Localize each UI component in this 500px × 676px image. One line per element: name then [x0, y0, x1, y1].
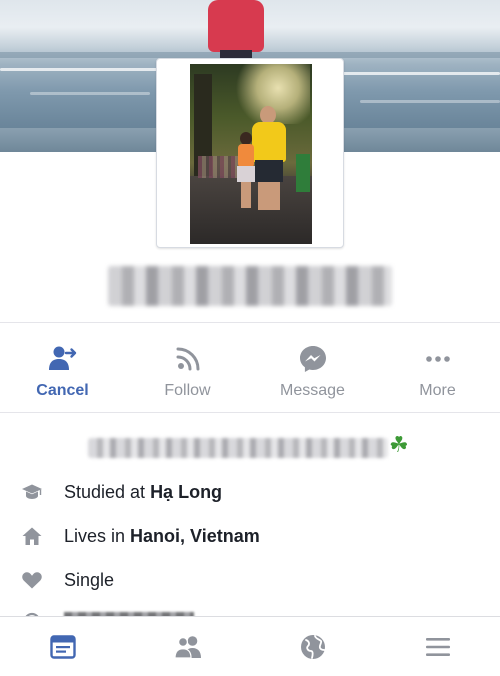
graduation-cap-icon: [21, 481, 43, 503]
info-residence[interactable]: Lives in Hanoi, Vietnam: [0, 516, 500, 556]
info-relationship[interactable]: Single: [0, 560, 500, 600]
messenger-icon: [299, 346, 326, 372]
info-education[interactable]: Studied at Hạ Long: [0, 472, 500, 512]
unfollow-person-icon: [48, 346, 76, 370]
cover-wave: [0, 68, 160, 71]
profile-picture[interactable]: [190, 64, 312, 244]
friends-icon: [173, 635, 201, 659]
divider: [0, 322, 500, 323]
nav-news-feed[interactable]: [0, 617, 125, 676]
photo-ground: [190, 176, 312, 244]
residence-prefix: Lives in: [64, 525, 131, 546]
cancel-button[interactable]: Cancel: [0, 334, 125, 404]
photo-man-legs: [258, 182, 280, 210]
profile-name-redacted: [108, 266, 392, 306]
cover-wave: [30, 92, 150, 95]
education-school[interactable]: Hạ Long: [150, 482, 222, 502]
profile-actions: Cancel Follow Message More: [0, 334, 500, 404]
photo-girl-top: [238, 144, 254, 168]
relationship-text: Single: [64, 569, 115, 590]
profile-picture-card[interactable]: [156, 58, 344, 248]
photo-girl-skirt: [237, 166, 255, 182]
nav-notifications[interactable]: [250, 617, 375, 676]
bio: ☘: [0, 430, 500, 464]
photo-girl-legs: [241, 182, 251, 208]
cover-wave: [330, 72, 500, 75]
news-feed-icon: [49, 634, 76, 659]
message-label: Message: [280, 382, 345, 399]
cover-person-body: [208, 0, 264, 52]
residence-city[interactable]: Hanoi, Vietnam: [130, 526, 260, 546]
residence-text: Lives in Hanoi, Vietnam: [64, 526, 260, 547]
heart-icon: [21, 569, 43, 591]
bio-text-redacted: [88, 438, 388, 458]
follow-button[interactable]: Follow: [125, 334, 250, 404]
more-label: More: [419, 382, 456, 399]
home-icon: [21, 525, 43, 547]
shamrock-icon: ☘: [389, 432, 409, 457]
education-text: Studied at Hạ Long: [64, 482, 222, 503]
cover-wave: [360, 100, 500, 103]
education-prefix: Studied at: [64, 481, 151, 502]
cancel-label: Cancel: [36, 382, 89, 399]
divider: [0, 412, 500, 413]
more-dots-icon: [425, 356, 450, 362]
follow-label: Follow: [164, 382, 211, 399]
hamburger-menu-icon: [425, 637, 450, 656]
photo-crowd: [198, 156, 238, 178]
photo-man-shirt: [252, 122, 286, 162]
nav-menu[interactable]: [375, 617, 500, 676]
message-button[interactable]: Message: [250, 334, 375, 404]
bottom-nav: [0, 616, 500, 676]
photo-man-shorts: [255, 160, 283, 182]
photo-bin: [296, 154, 310, 192]
more-button[interactable]: More: [375, 334, 500, 404]
globe-icon: [300, 634, 325, 659]
nav-friends[interactable]: [125, 617, 250, 676]
rss-follow-icon: [176, 347, 199, 371]
